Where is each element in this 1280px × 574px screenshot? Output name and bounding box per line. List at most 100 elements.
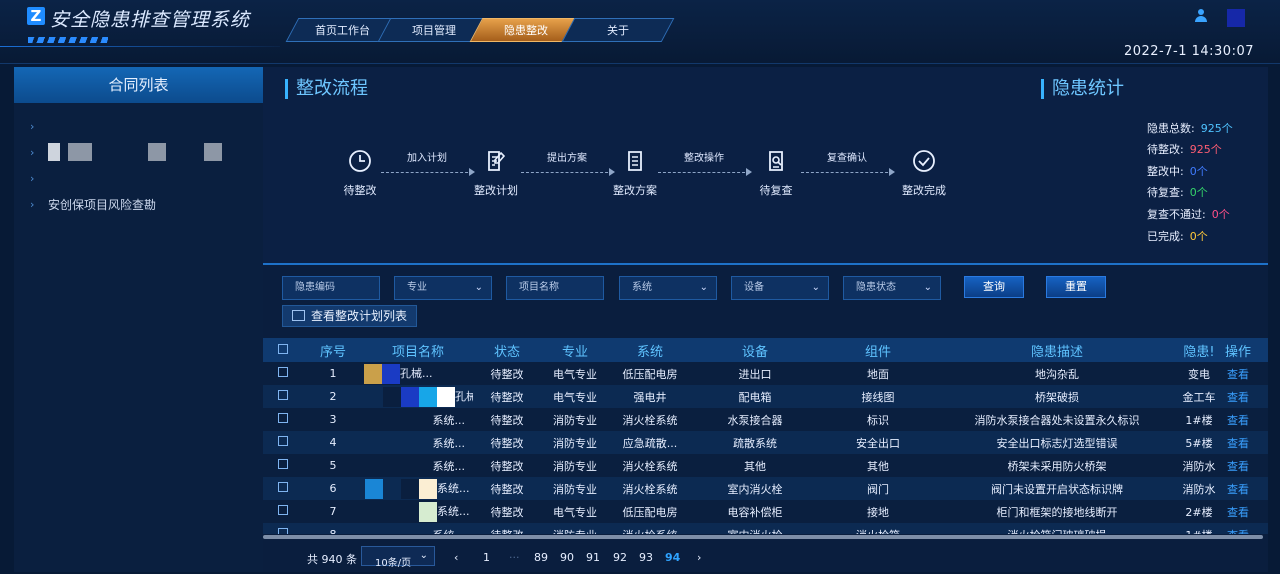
contract-sidebar: 合同列表 › › › › 安创保项目风险查勘 <box>14 67 263 572</box>
table-row: 3 系统... 待整改 消防专业 消火栓系统 水泵接合器 标识 消防水泵接合器处… <box>263 408 1268 431</box>
view-link[interactable]: 查看 <box>1221 412 1255 428</box>
view-link[interactable]: 查看 <box>1221 458 1255 474</box>
flow-arrow-4: 复查确认 <box>801 153 895 176</box>
stats-title: 隐患统计 <box>1041 79 1124 99</box>
view-link[interactable]: 查看 <box>1221 389 1255 405</box>
col-action: 操作 <box>1224 344 1251 360</box>
datetime: 2022-7-1 14:30:07 <box>1123 44 1254 59</box>
page-92[interactable]: 92 <box>613 551 627 564</box>
chevron-down-icon: ⌄ <box>419 550 428 561</box>
col-project: 项目名称 <box>391 344 444 360</box>
stat-in-progress: 整改中: 0个 <box>1147 165 1208 178</box>
redacted-block <box>401 501 419 522</box>
table-horizontal-scrollbar[interactable] <box>263 534 1268 540</box>
col-device: 设备 <box>741 344 768 360</box>
document-search-icon <box>769 151 783 171</box>
row-checkbox[interactable] <box>263 390 303 403</box>
tree-item-4[interactable]: › 安创保项目风险查勘 <box>14 191 263 217</box>
step-complete: 整改完成 <box>889 147 959 198</box>
query-button[interactable]: 查询 <box>964 276 1024 298</box>
stat-review-failed: 复查不通过: 0个 <box>1147 208 1230 221</box>
redacted-block <box>419 478 437 499</box>
hazard-list-area: 隐患编码 专业 ⌄ 项目名称 系统 ⌄ 设备 ⌄ 隐患状态 ⌄ 查询 重置 查看整改计划… <box>263 263 1268 572</box>
page-1[interactable]: 1 <box>483 551 490 564</box>
nav-tab-about[interactable]: 关于 <box>561 18 675 42</box>
table-row: 4 系统... 待整改 消防专业 应急疏散... 疏散系统 安全出口 安全出口标… <box>263 431 1268 454</box>
table-body: 1 孔械... 待整改 电气专业 低压配电房 进出口 地面 地沟杂乱 变电 查看… <box>263 362 1268 536</box>
col-specialty: 专业 <box>561 344 588 360</box>
avatar[interactable] <box>1227 9 1245 27</box>
col-description: 隐患描述 <box>1030 344 1083 360</box>
stat-to-review: 待复查: 0个 <box>1147 186 1208 199</box>
tree-item-1[interactable]: › <box>14 113 263 139</box>
redacted-block <box>365 478 383 499</box>
check-circle-icon <box>913 150 935 172</box>
page-89[interactable]: 89 <box>534 551 548 564</box>
view-link[interactable]: 查看 <box>1221 366 1255 382</box>
chevron-down-icon: ⌄ <box>699 282 708 293</box>
page-93[interactable]: 93 <box>639 551 653 564</box>
top-nav: 首页工作台 项目管理 隐患整改 关于 <box>285 18 675 42</box>
title-decoration <box>28 37 108 43</box>
col-status: 状态 <box>493 344 520 360</box>
select-all-checkbox[interactable] <box>263 343 303 358</box>
project-name-input[interactable]: 项目名称 <box>506 276 604 300</box>
flow-steps: 待整改 加入计划 整改计划 提出方案 整改方案 整改操作 待复查 复查确认 整改… <box>263 147 1025 207</box>
next-page-button[interactable]: › <box>697 551 701 564</box>
app-root: Z 安全隐患排查管理系统 首页工作台 项目管理 隐患整改 关于 2022-7-1… <box>0 0 1280 574</box>
table-row: 6 系统... 待整改 消防专业 消火栓系统 室内消火栓 阀门 阀门未设置开启状… <box>263 477 1268 500</box>
total-count: 共 940 条 <box>307 553 357 566</box>
table-row: 5 系统... 待整改 消防专业 消火栓系统 其他 其他 桥架未采用防火桥架 消… <box>263 454 1268 477</box>
view-link[interactable]: 查看 <box>1221 435 1255 451</box>
chevron-down-icon: ⌄ <box>474 282 483 293</box>
title-underline <box>0 46 280 47</box>
row-checkbox[interactable] <box>263 367 303 380</box>
row-checkbox[interactable] <box>263 413 303 426</box>
col-component: 组件 <box>864 344 891 360</box>
system-select[interactable]: 系统 ⌄ <box>619 276 717 300</box>
stat-pending: 待整改: 925个 <box>1147 143 1222 156</box>
hazard-status-select[interactable]: 隐患状态 ⌄ <box>843 276 941 300</box>
redacted-block <box>419 386 437 407</box>
row-checkbox[interactable] <box>263 482 303 495</box>
page-ellipsis[interactable]: ··· <box>509 551 520 564</box>
col-system: 系统 <box>636 344 663 360</box>
row-checkbox[interactable] <box>263 436 303 449</box>
sidebar-title: 合同列表 <box>14 67 263 103</box>
stat-completed: 已完成: 0个 <box>1147 230 1208 243</box>
row-checkbox[interactable] <box>263 459 303 472</box>
redacted-block <box>401 478 419 499</box>
specialty-select[interactable]: 专业 ⌄ <box>394 276 492 300</box>
chevron-down-icon: ⌄ <box>811 282 820 293</box>
chevron-right-icon: › <box>30 197 35 211</box>
stat-total: 隐患总数: 925个 <box>1147 122 1233 135</box>
page-90[interactable]: 90 <box>560 551 574 564</box>
reset-button[interactable]: 重置 <box>1046 276 1106 298</box>
device-select[interactable]: 设备 ⌄ <box>731 276 829 300</box>
row-checkbox[interactable] <box>263 505 303 518</box>
header: Z 安全隐患排查管理系统 首页工作台 项目管理 隐患整改 关于 2022-7-1… <box>0 0 1280 64</box>
page-91[interactable]: 91 <box>586 551 600 564</box>
col-no: 序号 <box>319 344 346 360</box>
tree-item-2[interactable]: › <box>14 139 263 165</box>
view-link[interactable]: 查看 <box>1221 504 1255 520</box>
user-icon[interactable] <box>1194 9 1208 23</box>
flow-arrow-3: 整改操作 <box>658 153 752 176</box>
chevron-down-icon: ⌄ <box>923 282 932 293</box>
redacted-block <box>382 363 400 384</box>
hazard-table: 序号 项目名称 状态 专业 系统 设备 组件 隐患描述 隐患! 操作 1 孔械.… <box>263 338 1268 536</box>
table-header: 序号 项目名称 状态 专业 系统 设备 组件 隐患描述 隐患! 操作 <box>263 338 1268 362</box>
pagination: 共 940 条 10条/页 ⌄ ‹ 1 ··· 89 90 91 92 93 94… <box>263 543 1268 571</box>
page-size-select[interactable]: 10条/页 ⌄ <box>361 546 435 569</box>
rectification-flow-panel: 整改流程 待整改 加入计划 整改计划 提出方案 整改方案 整改操作 待复查 复查… <box>263 67 1025 263</box>
app-title: 安全隐患排查管理系统 <box>50 9 251 31</box>
view-plan-list-button[interactable]: 查看整改计划列表 <box>282 305 417 327</box>
prev-page-button[interactable]: ‹ <box>454 551 458 564</box>
hazard-code-input[interactable]: 隐患编码 <box>282 276 380 300</box>
tree-item-3[interactable]: › <box>14 165 263 191</box>
scrollbar-thumb[interactable] <box>263 535 1263 539</box>
hazard-stats-panel: 隐患统计 隐患总数: 925个 待整改: 925个 整改中: 0个 待复查: 0个 复查… <box>1025 67 1268 263</box>
table-row: 2 孔械... 待整改 电气专业 强电井 配电箱 接线图 桥架破损 金工车 查看 <box>263 385 1268 408</box>
page-94-current[interactable]: 94 <box>665 551 680 564</box>
view-link[interactable]: 查看 <box>1221 481 1255 497</box>
